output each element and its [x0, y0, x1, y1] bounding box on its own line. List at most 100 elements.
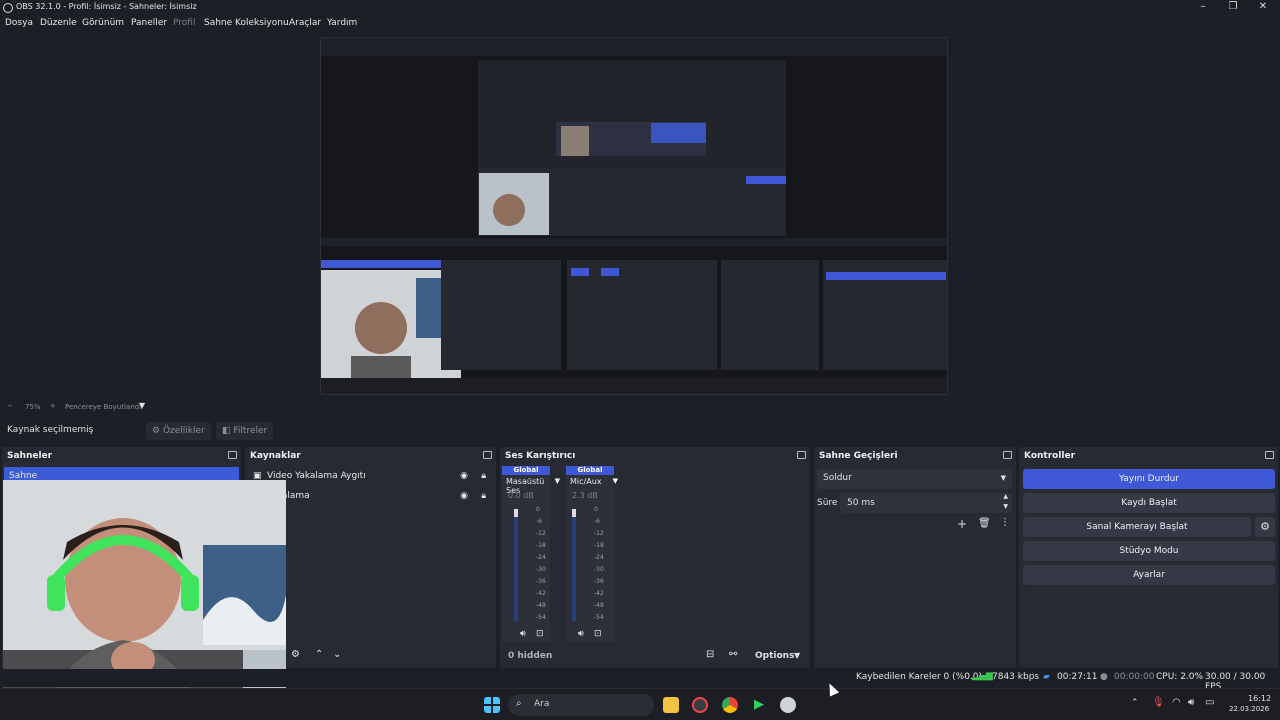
link-icon[interactable]: ⚯ — [729, 649, 737, 660]
visibility-eye-icon[interactable]: ◉ — [460, 467, 468, 485]
layout-icon[interactable]: ⊟ — [706, 649, 714, 660]
move-down-icon[interactable]: ⌄ — [333, 649, 341, 660]
play-app-icon[interactable]: ▶ — [751, 697, 767, 713]
zoom-in-button[interactable]: + — [50, 402, 56, 410]
stepper-down-icon[interactable]: ▼ — [1003, 503, 1008, 510]
chevron-down-icon[interactable]: ▼ — [794, 651, 800, 660]
mixer-channel: Global Mic/Aux ▼ 2.3 dB 0 -6 -12 -18 -24 -30… — [566, 466, 618, 642]
source-settings-icon[interactable]: ⚙ — [291, 649, 300, 660]
hidden-count[interactable]: 0 hidden — [508, 651, 552, 661]
more-options-icon[interactable]: ⋮ — [1000, 517, 1010, 528]
channel-name[interactable]: Mic/Aux — [570, 477, 602, 486]
zoom-out-button[interactable]: − — [7, 402, 13, 410]
clock-time[interactable]: 16:12 — [1248, 694, 1271, 703]
tray-overflow-icon[interactable]: ⌃ — [1131, 698, 1139, 708]
signal-bars-icon: ▂▄▆ — [972, 671, 993, 681]
virtual-camera-settings-icon[interactable]: ⚙ — [1255, 517, 1275, 537]
controls-dock: Kontroller Yayını Durdur Kaydı Başlat Sa… — [1019, 447, 1278, 668]
taskbar-search[interactable]: ⌕ Ara — [508, 694, 654, 716]
source-toolbar: Kaynak seçilmemiş ⚙ Özellikler ◧ Filtrel… — [0, 420, 1280, 442]
file-explorer-icon[interactable] — [663, 697, 679, 713]
menu-scene-collection[interactable]: Sahne Koleksiyonu — [204, 18, 289, 28]
lock-icon[interactable]: 🔒︎ — [481, 467, 486, 485]
volume-icon[interactable]: 🔊︎ — [1188, 697, 1194, 708]
recursive-preview-graphic — [321, 38, 947, 394]
channel-dropdown-icon[interactable]: ▼ — [613, 477, 618, 485]
volume-meter[interactable] — [514, 505, 524, 623]
float-dock-icon[interactable] — [483, 451, 492, 459]
microphone-icon[interactable]: 🎙︎ — [1152, 697, 1165, 708]
duration-label: Süre — [817, 498, 838, 508]
menu-tools[interactable]: Araçlar — [289, 18, 321, 28]
fit-to-window-label[interactable]: Pencereye Boyutlandır — [65, 403, 144, 411]
properties-button[interactable]: ⚙ Özellikler — [146, 422, 211, 440]
mixer-options-button[interactable]: Options — [755, 651, 794, 661]
minimize-button[interactable]: – — [1188, 0, 1218, 14]
menu-profile[interactable]: Profil — [173, 18, 195, 28]
trash-icon[interactable]: 🗑︎ — [978, 518, 991, 529]
program-preview[interactable] — [320, 37, 948, 395]
move-up-icon[interactable]: ⌃ — [315, 649, 323, 660]
studio-mode-button[interactable]: Stüdyo Modu — [1023, 541, 1275, 561]
meter-scale: 0 -6 -12 -18 -24 -30 -36 -42 -48 -54 — [594, 506, 604, 621]
obs-logo-icon — [3, 3, 13, 13]
close-button[interactable]: ✕ — [1248, 0, 1278, 14]
menu-file[interactable]: Dosya — [5, 18, 33, 28]
bitrate: 7843 kbps — [992, 672, 1040, 682]
status-bar: Kaybedilen Kareler 0 (%0.0) ▂▄▆ 7843 kbp… — [0, 669, 1280, 692]
duration-input[interactable]: 50 ms ▲ ▼ — [840, 493, 1012, 513]
chrome-icon[interactable] — [722, 697, 738, 713]
record-status-icon: ● — [1100, 672, 1108, 682]
speaker-icon[interactable]: 🔊︎ — [578, 629, 584, 639]
start-virtual-camera-button[interactable]: Sanal Kamerayı Başlat — [1023, 517, 1251, 537]
float-dock-icon[interactable] — [797, 451, 806, 459]
menu-docks[interactable]: Paneller — [131, 18, 167, 28]
lock-icon[interactable]: 🔒︎ — [481, 487, 486, 505]
float-dock-icon[interactable] — [1003, 451, 1012, 459]
obs-taskbar-icon[interactable] — [780, 697, 796, 713]
battery-icon[interactable]: ▭ — [1205, 697, 1214, 708]
zoom-dropdown-icon[interactable]: ▼ — [139, 401, 145, 410]
menu-bar: Dosya Düzenle Görünüm Paneller Profil Sa… — [0, 16, 1280, 33]
search-icon: ⌕ — [516, 698, 522, 709]
volume-meter[interactable] — [572, 505, 582, 623]
window-title: OBS 32.1.0 - Profil: İsimsiz - Sahneler:… — [16, 2, 197, 11]
maximize-button[interactable]: ❐ — [1218, 0, 1248, 14]
filters-button[interactable]: ◧ Filtreler — [216, 422, 274, 440]
wifi-icon[interactable]: ◠ — [1172, 697, 1181, 708]
transition-selected: Soldur — [823, 473, 852, 483]
settings-button[interactable]: Ayarlar — [1023, 565, 1275, 585]
chevron-down-icon: ▼ — [1000, 474, 1006, 482]
windows-start-icon[interactable] — [484, 697, 500, 713]
channel-db: 0.0 dB — [508, 491, 534, 500]
monitor-icon[interactable]: ⊡ — [536, 629, 544, 639]
stop-streaming-button[interactable]: Yayını Durdur — [1023, 469, 1275, 489]
windows-taskbar: ⌕ Ara ▶ ⌃ 🎙︎ ◠ 🔊︎ ▭ 16:12 22.03.2026 — [0, 688, 1280, 720]
filter-icon: ◧ — [222, 426, 231, 436]
float-dock-icon[interactable] — [1265, 451, 1274, 459]
channel-db: 2.3 dB — [572, 491, 598, 500]
audio-mixer-dock: Ses Karıştırıcı Global Masaüstü Ses ▼ 0.… — [500, 447, 810, 668]
add-transition-icon[interactable]: + — [957, 517, 967, 531]
duration-value: 50 ms — [847, 498, 875, 508]
search-placeholder: Ara — [534, 699, 550, 709]
properties-label: Özellikler — [162, 426, 205, 436]
menu-help[interactable]: Yardım — [327, 18, 357, 28]
visibility-eye-icon[interactable]: ◉ — [460, 487, 468, 505]
menu-view[interactable]: Görünüm — [82, 18, 124, 28]
transition-select[interactable]: Soldur ▼ — [817, 469, 1012, 489]
transitions-title: Sahne Geçişleri — [819, 451, 898, 461]
sources-title: Kaynaklar — [250, 451, 301, 461]
recording-app-icon[interactable] — [692, 697, 708, 713]
start-recording-button[interactable]: Kaydı Başlat — [1023, 493, 1275, 513]
float-dock-icon[interactable] — [228, 451, 237, 459]
channel-tag: Global — [502, 466, 550, 475]
clock-date[interactable]: 22.03.2026 — [1229, 705, 1269, 713]
speaker-icon[interactable]: 🔊︎ — [520, 629, 526, 639]
channel-dropdown-icon[interactable]: ▼ — [555, 477, 560, 485]
stepper-up-icon[interactable]: ▲ — [1003, 493, 1008, 500]
menu-edit[interactable]: Düzenle — [40, 18, 77, 28]
controls-title: Kontroller — [1024, 451, 1076, 461]
monitor-icon[interactable]: ⊡ — [594, 629, 602, 639]
filters-label: Filtreler — [233, 426, 268, 436]
